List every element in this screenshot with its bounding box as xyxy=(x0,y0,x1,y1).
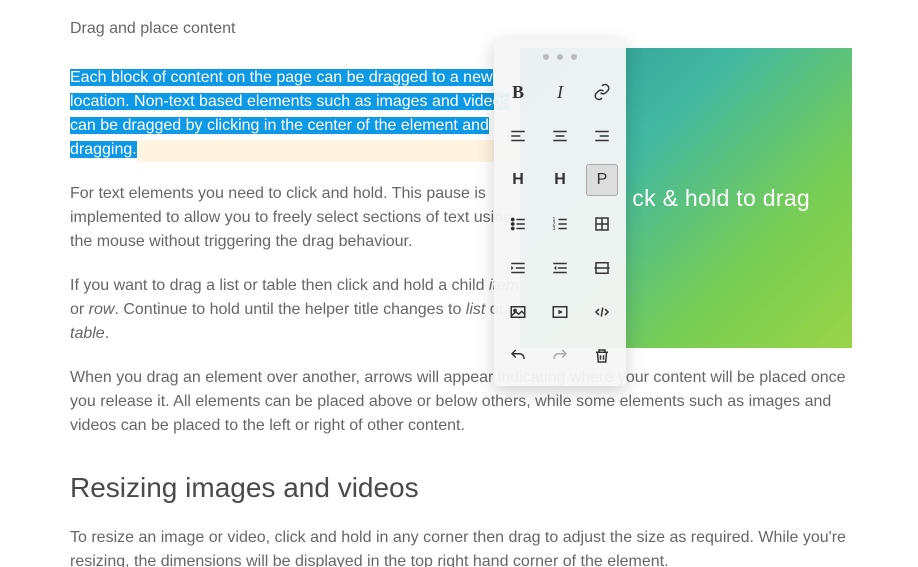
redo-button[interactable] xyxy=(544,340,576,372)
numbered-list-button[interactable]: 123 xyxy=(544,208,576,240)
p3-b: or xyxy=(70,301,89,318)
link-button[interactable] xyxy=(586,76,618,108)
image-icon xyxy=(509,303,527,321)
heading2-button[interactable]: H xyxy=(544,164,576,196)
toolbar-row-5 xyxy=(494,246,626,290)
selection-tail xyxy=(137,140,517,162)
link-icon xyxy=(593,83,611,101)
intro-text: Drag and place content xyxy=(70,20,848,38)
toolbar-row-6 xyxy=(494,290,626,334)
align-left-button[interactable] xyxy=(502,120,534,152)
delete-button[interactable] xyxy=(586,340,618,372)
dot-icon xyxy=(543,54,549,60)
paragraph-3[interactable]: If you want to drag a list or table then… xyxy=(70,274,524,346)
align-right-icon xyxy=(593,127,611,145)
toolbar-row-2 xyxy=(494,114,626,158)
align-left-icon xyxy=(509,127,527,145)
indent-button[interactable] xyxy=(502,252,534,284)
align-right-button[interactable] xyxy=(586,120,618,152)
toolbar-grid: B I H H xyxy=(494,70,626,378)
bullet-list-button[interactable] xyxy=(502,208,534,240)
line-break-icon xyxy=(593,259,611,277)
bold-icon: B xyxy=(512,82,524,103)
heading-icon: H xyxy=(512,171,524,189)
outdent-icon xyxy=(551,259,569,277)
line-break-button[interactable] xyxy=(586,252,618,284)
align-center-icon xyxy=(551,127,569,145)
section-heading-resizing: Resizing images and videos xyxy=(70,472,848,504)
table-icon xyxy=(593,215,611,233)
paragraph-5[interactable]: To resize an image or video, click and h… xyxy=(70,526,848,567)
paragraph-icon: P xyxy=(597,171,608,189)
video-button[interactable] xyxy=(544,296,576,328)
toolbar-drag-handle[interactable] xyxy=(494,46,626,70)
italic-row: row xyxy=(89,301,115,318)
video-icon xyxy=(551,303,569,321)
svg-text:3: 3 xyxy=(553,226,556,232)
dot-icon xyxy=(557,54,563,60)
paragraph-1[interactable]: Each block of content on the page can be… xyxy=(70,66,524,162)
paragraph-button[interactable]: P xyxy=(586,164,618,196)
floating-toolbar[interactable]: B I H H xyxy=(494,38,626,386)
page-root: Drag and place content Each block of con… xyxy=(0,0,918,567)
p3-c: . Continue to hold until the helper titl… xyxy=(114,301,465,318)
outdent-button[interactable] xyxy=(544,252,576,284)
dot-icon xyxy=(571,54,577,60)
italic-button[interactable]: I xyxy=(544,76,576,108)
p3-e: . xyxy=(105,325,109,342)
undo-button[interactable] xyxy=(502,340,534,372)
heading1-button[interactable]: H xyxy=(502,164,534,196)
table-button[interactable] xyxy=(586,208,618,240)
trash-icon xyxy=(593,347,611,365)
bold-button[interactable]: B xyxy=(502,76,534,108)
indent-icon xyxy=(509,259,527,277)
text-column: Each block of content on the page can be… xyxy=(70,66,524,366)
toolbar-row-7 xyxy=(494,334,626,378)
italic-icon: I xyxy=(557,82,563,103)
paragraph-4[interactable]: When you drag an element over another, a… xyxy=(70,366,848,438)
italic-list: list xyxy=(466,301,486,318)
align-center-button[interactable] xyxy=(544,120,576,152)
p3-a: If you want to drag a list or table then… xyxy=(70,277,489,294)
toolbar-row-4: 123 xyxy=(494,202,626,246)
code-button[interactable] xyxy=(586,296,618,328)
toolbar-row-1: B I xyxy=(494,70,626,114)
heading-icon: H xyxy=(554,171,566,189)
undo-icon xyxy=(509,347,527,365)
toolbar-row-3: H H P xyxy=(494,158,626,202)
bullet-list-icon xyxy=(509,215,527,233)
numbered-list-icon: 123 xyxy=(551,215,569,233)
italic-table: table xyxy=(70,325,105,342)
demo-image-caption: ck & hold to drag xyxy=(632,185,810,212)
redo-icon xyxy=(551,347,569,365)
paragraph-2[interactable]: For text elements you need to click and … xyxy=(70,182,524,254)
image-button[interactable] xyxy=(502,296,534,328)
code-icon xyxy=(593,303,611,321)
